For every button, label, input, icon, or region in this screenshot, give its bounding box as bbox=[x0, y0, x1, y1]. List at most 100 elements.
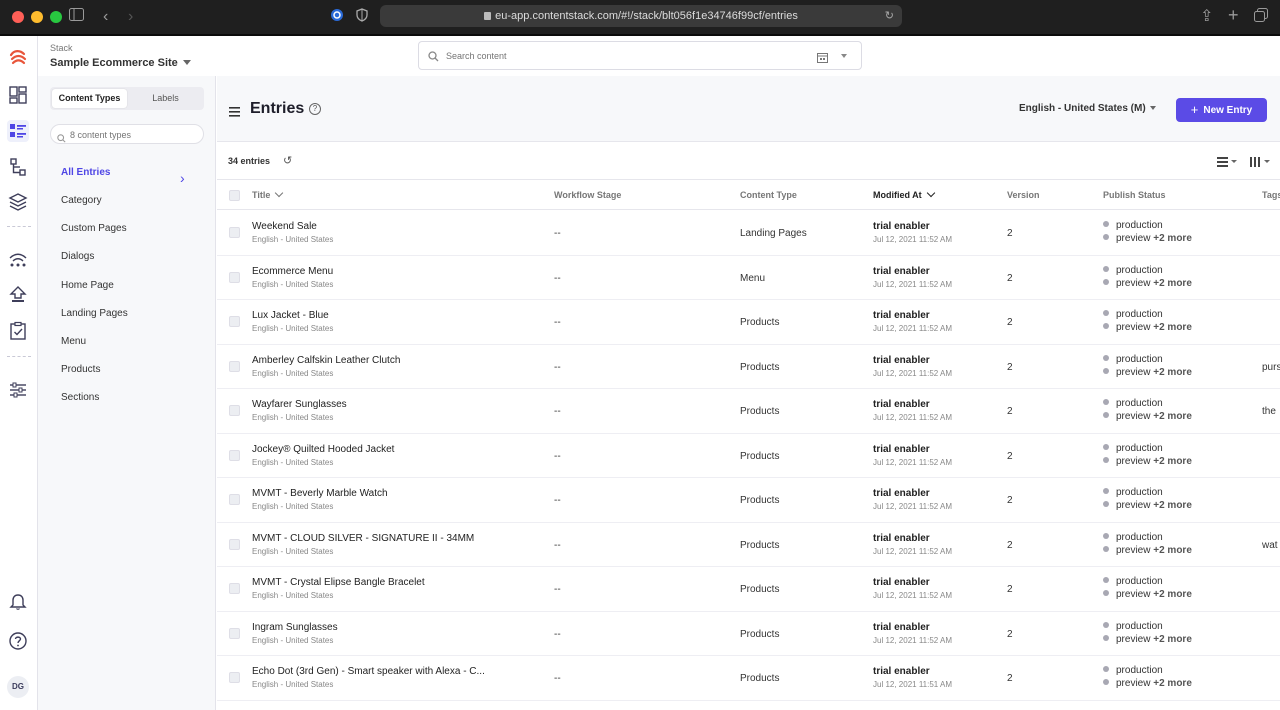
global-search[interactable] bbox=[418, 41, 862, 70]
table-row[interactable]: Jockey® Quilted Hooded Jacket English - … bbox=[217, 434, 1280, 478]
publish-status-more-link[interactable]: +2 more bbox=[1153, 634, 1192, 645]
shield-icon[interactable] bbox=[356, 8, 368, 28]
select-all-checkbox[interactable] bbox=[229, 190, 240, 201]
publish-status-more-link[interactable]: +2 more bbox=[1153, 278, 1192, 289]
deploy-icon[interactable] bbox=[7, 284, 29, 306]
content-models-icon[interactable] bbox=[7, 156, 29, 178]
column-version[interactable]: Version bbox=[1007, 190, 1040, 200]
row-checkbox[interactable] bbox=[229, 494, 240, 505]
help-icon[interactable] bbox=[7, 630, 29, 652]
notifications-bell-icon[interactable] bbox=[7, 590, 29, 612]
row-checkbox[interactable] bbox=[229, 627, 240, 639]
publish-status-more-link[interactable]: +2 more bbox=[1153, 500, 1192, 511]
entry-title[interactable]: MVMT - CLOUD SILVER - SIGNATURE II - 34M… bbox=[252, 533, 497, 544]
content-type-item[interactable]: Menu bbox=[61, 336, 86, 347]
content-type-item[interactable]: Dialogs bbox=[61, 251, 94, 262]
maximize-window-button[interactable] bbox=[50, 11, 62, 23]
publish-status-more-link[interactable]: +2 more bbox=[1153, 456, 1192, 467]
table-row[interactable]: Ecommerce Menu English - United States -… bbox=[217, 256, 1280, 300]
reload-icon[interactable]: ↻ bbox=[885, 5, 894, 27]
content-type-item[interactable]: Home Page bbox=[61, 280, 114, 291]
row-density-icon[interactable] bbox=[1217, 154, 1237, 172]
new-tab-icon[interactable]: + bbox=[1228, 5, 1239, 25]
tab-overview-icon[interactable] bbox=[1254, 8, 1268, 28]
publish-status-more-link[interactable]: +2 more bbox=[1153, 233, 1192, 244]
row-checkbox[interactable] bbox=[229, 538, 240, 550]
publish-status-more-link[interactable]: +2 more bbox=[1153, 589, 1192, 600]
entry-title[interactable]: Wayfarer Sunglasses bbox=[252, 399, 497, 410]
calendar-icon[interactable] bbox=[817, 50, 828, 68]
entry-title[interactable]: Lux Jacket - Blue bbox=[252, 310, 497, 321]
settings-sliders-icon[interactable] bbox=[7, 379, 29, 401]
table-row[interactable]: MVMT - Beverly Marble Watch English - Un… bbox=[217, 478, 1280, 523]
tasks-icon[interactable] bbox=[7, 320, 29, 342]
table-row[interactable]: Echo Dot (3rd Gen) - Smart speaker with … bbox=[217, 656, 1280, 701]
address-bar[interactable]: eu-app.contentstack.com/#!/stack/blt056f… bbox=[380, 5, 902, 27]
search-options-chevron-icon[interactable] bbox=[841, 54, 847, 58]
content-type-all-entries[interactable]: All Entries bbox=[61, 167, 110, 178]
forward-icon[interactable]: › bbox=[128, 7, 133, 27]
entry-title[interactable]: MVMT - Beverly Marble Watch bbox=[252, 488, 497, 499]
content-type-item[interactable]: Landing Pages bbox=[61, 308, 128, 319]
sidebar-toggle-icon[interactable] bbox=[69, 7, 84, 27]
column-content-type[interactable]: Content Type bbox=[740, 190, 797, 200]
content-type-search-input[interactable] bbox=[70, 128, 190, 141]
entries-icon[interactable] bbox=[7, 120, 29, 142]
table-row[interactable]: MVMT - CLOUD SILVER - SIGNATURE II - 34M… bbox=[217, 523, 1280, 567]
privacy-icon[interactable] bbox=[330, 8, 344, 28]
tab-content-types[interactable]: Content Types bbox=[52, 89, 127, 108]
assets-icon[interactable] bbox=[7, 191, 29, 213]
webhooks-icon[interactable] bbox=[7, 248, 29, 270]
user-avatar[interactable]: DG bbox=[7, 676, 29, 698]
column-workflow-stage[interactable]: Workflow Stage bbox=[554, 190, 621, 200]
locale-selector[interactable]: English - United States (M) bbox=[1019, 103, 1156, 114]
entry-title[interactable]: Echo Dot (3rd Gen) - Smart speaker with … bbox=[252, 666, 497, 677]
entry-title[interactable]: Weekend Sale bbox=[252, 221, 497, 232]
refresh-icon[interactable]: ↺ bbox=[283, 154, 292, 167]
content-type-item[interactable]: Sections bbox=[61, 392, 99, 403]
table-row[interactable]: MVMT - Crystal Elipse Bangle Bracelet En… bbox=[217, 567, 1280, 612]
row-checkbox[interactable] bbox=[229, 405, 240, 416]
publish-status-more-link[interactable]: +2 more bbox=[1153, 322, 1192, 333]
entry-title[interactable]: Amberley Calfskin Leather Clutch bbox=[252, 355, 497, 366]
row-checkbox[interactable] bbox=[229, 672, 240, 683]
column-modified-at[interactable]: Modified At bbox=[873, 188, 935, 200]
content-type-search[interactable] bbox=[50, 124, 204, 144]
new-entry-button[interactable]: + New Entry bbox=[1176, 98, 1267, 122]
table-row[interactable]: Wayfarer Sunglasses English - United Sta… bbox=[217, 389, 1280, 434]
share-icon[interactable]: ⇪ bbox=[1200, 7, 1213, 27]
row-checkbox[interactable] bbox=[229, 449, 240, 461]
content-type-item[interactable]: Category bbox=[61, 195, 102, 206]
close-window-button[interactable] bbox=[12, 11, 24, 23]
table-row[interactable]: Weekend Sale English - United States -- … bbox=[217, 211, 1280, 256]
minimize-window-button[interactable] bbox=[31, 11, 43, 23]
publish-status-more-link[interactable]: +2 more bbox=[1153, 545, 1192, 556]
entry-title[interactable]: Ingram Sunglasses bbox=[252, 622, 497, 633]
entry-title[interactable]: Ecommerce Menu bbox=[252, 266, 497, 277]
dashboard-icon[interactable] bbox=[7, 84, 29, 106]
column-publish-status[interactable]: Publish Status bbox=[1103, 190, 1166, 200]
tab-labels[interactable]: Labels bbox=[129, 89, 202, 108]
column-tags[interactable]: Tags bbox=[1262, 190, 1280, 200]
publish-status-more-link[interactable]: +2 more bbox=[1153, 367, 1192, 378]
content-type-item[interactable]: Products bbox=[61, 364, 100, 375]
row-checkbox[interactable] bbox=[229, 583, 240, 594]
entry-title[interactable]: Jockey® Quilted Hooded Jacket bbox=[252, 444, 497, 455]
table-row[interactable]: Amberley Calfskin Leather Clutch English… bbox=[217, 345, 1280, 389]
row-checkbox[interactable] bbox=[229, 316, 240, 327]
columns-icon[interactable] bbox=[1250, 154, 1272, 172]
contentstack-logo-icon[interactable] bbox=[7, 46, 29, 68]
menu-icon[interactable] bbox=[229, 104, 240, 122]
row-checkbox[interactable] bbox=[229, 227, 240, 238]
row-checkbox[interactable] bbox=[229, 360, 240, 372]
help-circle-icon[interactable]: ? bbox=[309, 103, 321, 115]
column-title[interactable]: Title bbox=[252, 188, 284, 200]
search-input[interactable] bbox=[446, 48, 806, 64]
stack-selector[interactable]: Sample Ecommerce Site bbox=[50, 57, 191, 69]
publish-status-more-link[interactable]: +2 more bbox=[1153, 678, 1192, 689]
entry-title[interactable]: MVMT - Crystal Elipse Bangle Bracelet bbox=[252, 577, 497, 588]
table-row[interactable]: Ingram Sunglasses English - United State… bbox=[217, 612, 1280, 656]
table-row[interactable]: Lux Jacket - Blue English - United State… bbox=[217, 300, 1280, 345]
content-type-item[interactable]: Custom Pages bbox=[61, 223, 127, 234]
publish-status-more-link[interactable]: +2 more bbox=[1153, 411, 1192, 422]
